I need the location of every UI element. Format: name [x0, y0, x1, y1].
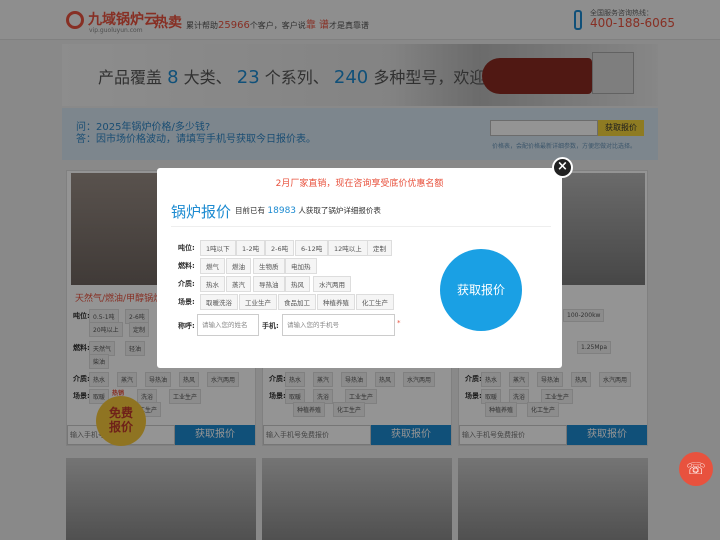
count-suffix: 人获取了锅炉详细报价表: [298, 206, 381, 215]
phone-input[interactable]: [282, 314, 395, 336]
name-label: 称呼:: [178, 322, 195, 330]
option-fuel[interactable]: 生物质: [253, 258, 285, 274]
promo-text: 2月厂家直销，现在咨询享受底价优惠名额: [275, 179, 444, 189]
scene-label: 场景:: [178, 298, 195, 306]
quote-modal: 2月厂家直销，现在咨询享受底价优惠名额 锅炉报价 目前已有 18983 人获取了…: [157, 168, 562, 368]
option-scene[interactable]: 化工生产: [356, 294, 394, 310]
close-icon[interactable]: ×: [552, 157, 573, 178]
option-medium[interactable]: 热风: [285, 276, 310, 292]
name-input[interactable]: [197, 314, 259, 336]
option-scene[interactable]: 种植养殖: [317, 294, 355, 310]
option-ton[interactable]: 6-12吨: [295, 240, 329, 256]
option-scene[interactable]: 食品加工: [278, 294, 316, 310]
option-ton[interactable]: 1吨以下: [200, 240, 236, 256]
option-fuel[interactable]: 燃气: [200, 258, 225, 274]
option-medium[interactable]: 热水: [200, 276, 225, 292]
required-mark: *: [397, 319, 401, 327]
ton-label: 吨位:: [178, 244, 195, 252]
option-fuel[interactable]: 燃油: [226, 258, 251, 274]
option-medium[interactable]: 蒸汽: [226, 276, 251, 292]
request-count: 目前已有 18983 人获取了锅炉详细报价表: [235, 205, 381, 216]
option-ton[interactable]: 2-6吨: [265, 240, 295, 256]
medium-label: 介质:: [178, 280, 195, 288]
count-number: 18983: [267, 206, 297, 216]
option-fuel[interactable]: 电加热: [285, 258, 317, 274]
fuel-label: 燃料:: [178, 262, 195, 270]
divider: [171, 226, 551, 227]
option-scene[interactable]: 取暖洗浴: [200, 294, 238, 310]
phone-label: 手机:: [262, 322, 279, 330]
option-medium[interactable]: 导热油: [253, 276, 285, 292]
float-phone-icon[interactable]: ☏: [679, 452, 713, 486]
option-medium[interactable]: 水汽两用: [313, 276, 351, 292]
modal-title: 锅炉报价: [171, 203, 232, 221]
get-quote-button[interactable]: 获取报价: [440, 249, 522, 331]
option-ton[interactable]: 定制: [367, 240, 392, 256]
count-prefix: 目前已有: [235, 206, 265, 215]
option-ton[interactable]: 12吨以上: [328, 240, 368, 256]
option-scene[interactable]: 工业生产: [239, 294, 277, 310]
option-ton[interactable]: 1-2吨: [236, 240, 266, 256]
